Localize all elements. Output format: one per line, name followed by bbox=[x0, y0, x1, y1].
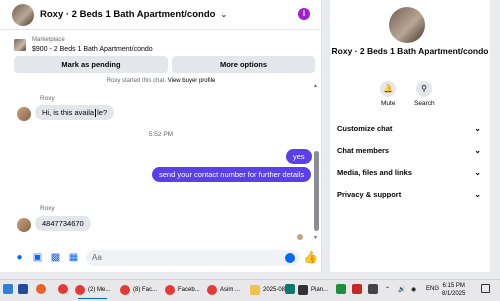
conversation-avatar[interactable] bbox=[389, 7, 425, 43]
microphone-icon[interactable]: ● bbox=[14, 252, 25, 263]
sender-avatar[interactable] bbox=[17, 107, 31, 121]
text-cursor-icon bbox=[95, 109, 97, 118]
scroll-down-icon[interactable]: ▼ bbox=[313, 235, 318, 241]
chrome-icon bbox=[120, 285, 130, 295]
taskbar-app-label: 2025-08 bbox=[263, 287, 286, 293]
chat-panel: Roxy · 2 Beds 1 Bath Apartment/condo ⌄ i… bbox=[0, 0, 322, 272]
chat-title[interactable]: Roxy · 2 Beds 1 Bath Apartment/condo bbox=[40, 9, 215, 20]
section-chat-members[interactable]: Chat members ⌄ bbox=[337, 143, 481, 157]
message-bubble-incoming[interactable]: 4847734670 bbox=[35, 216, 91, 231]
sender-name: Roxy bbox=[40, 205, 55, 212]
tray-app-icon[interactable] bbox=[352, 284, 362, 294]
mute-label: Mute bbox=[381, 100, 396, 107]
section-label: Customize chat bbox=[337, 123, 393, 133]
taskbar-app-label: Asim ... bbox=[220, 287, 241, 293]
taskbar-app-label: Pian... bbox=[311, 287, 329, 293]
chevron-down-icon: ⌄ bbox=[474, 145, 481, 155]
taskbar-app-folder[interactable]: 2025-08 bbox=[250, 283, 285, 297]
taskbar-app-messenger[interactable]: (2) Me... bbox=[75, 283, 111, 299]
section-label: Chat members bbox=[337, 145, 390, 155]
message-text-part: le? bbox=[97, 108, 108, 117]
chat-started-text: Roxy started this chat. bbox=[106, 78, 167, 84]
search-label: Search bbox=[414, 100, 435, 107]
chat-avatar[interactable] bbox=[12, 3, 34, 26]
app-icon[interactable] bbox=[285, 284, 295, 294]
mark-as-pending-button[interactable]: Mark as pending bbox=[14, 56, 168, 73]
more-options-button[interactable]: More options bbox=[172, 56, 315, 73]
language-indicator[interactable]: ENG bbox=[426, 286, 439, 292]
chevron-down-icon: ⌄ bbox=[474, 189, 481, 199]
gif-icon[interactable]: ▦ bbox=[68, 252, 79, 263]
chevron-up-icon[interactable]: ⌃ bbox=[385, 286, 390, 293]
info-icon[interactable]: i bbox=[298, 8, 310, 20]
chrome-icon[interactable] bbox=[58, 284, 68, 294]
scrollbar-thumb[interactable] bbox=[314, 151, 319, 231]
taskbar-app-facebook-1[interactable]: (8) Fac... bbox=[120, 283, 157, 297]
taskbar-app-asim[interactable]: Asim ... bbox=[207, 283, 240, 297]
system-clock[interactable]: 6:15 PM 8/1/2025 bbox=[442, 282, 465, 298]
taskbar-app-label: (8) Fac... bbox=[133, 287, 158, 293]
view-buyer-profile-link[interactable]: View buyer profile bbox=[168, 78, 216, 84]
chat-header[interactable]: Roxy · 2 Beds 1 Bath Apartment/condo ⌄ bbox=[0, 0, 322, 30]
section-customize-chat[interactable]: Customize chat ⌄ bbox=[337, 121, 481, 135]
section-privacy-support[interactable]: Privacy & support ⌄ bbox=[337, 187, 481, 201]
clock-date: 8/1/2025 bbox=[442, 291, 466, 297]
listing-source: Marketplace bbox=[32, 37, 65, 43]
message-bubble-outgoing[interactable]: yes bbox=[286, 149, 312, 164]
chevron-down-icon[interactable]: ⌄ bbox=[220, 10, 227, 19]
seen-receipt-avatar bbox=[297, 234, 303, 240]
firefox-icon[interactable] bbox=[36, 284, 46, 294]
chat-started-notice: Roxy started this chat. View buyer profi… bbox=[0, 78, 322, 84]
emoji-icon[interactable] bbox=[285, 253, 295, 263]
taskbar-app-label: (2) Me... bbox=[88, 287, 111, 293]
network-icon[interactable]: ◉ bbox=[411, 286, 416, 293]
chevron-down-icon: ⌄ bbox=[474, 167, 481, 177]
conversation-title: Roxy · 2 Beds 1 Bath Apartment/condo bbox=[331, 46, 489, 56]
sender-avatar[interactable] bbox=[17, 218, 31, 232]
search-button[interactable]: ⚲ bbox=[416, 81, 432, 97]
tray-app-icon[interactable] bbox=[368, 284, 378, 294]
thumbs-up-icon[interactable]: 👍 bbox=[303, 250, 318, 264]
listing-price: $900 - 2 Beds 1 Bath Apartment/condo bbox=[32, 46, 153, 53]
notification-icon[interactable] bbox=[481, 284, 490, 293]
piano-icon bbox=[298, 285, 308, 295]
message-timestamp: 5:52 PM bbox=[148, 131, 174, 138]
clock-time: 6:15 PM bbox=[442, 283, 465, 289]
volume-icon[interactable]: 🔊 bbox=[398, 286, 405, 293]
message-bubble-incoming[interactable]: Hi, is this availa le? bbox=[35, 105, 115, 120]
scroll-up-icon[interactable]: ▲ bbox=[313, 83, 318, 89]
photo-icon[interactable]: ▣ bbox=[32, 252, 43, 263]
chrome-icon bbox=[75, 285, 85, 295]
active-indicator bbox=[78, 298, 108, 299]
section-label: Privacy & support bbox=[337, 189, 402, 199]
message-input[interactable]: Aa bbox=[86, 250, 300, 266]
sender-name: Roxy bbox=[40, 95, 55, 102]
chrome-icon bbox=[207, 285, 217, 295]
taskbar-app-label: Faceb... bbox=[178, 287, 200, 293]
folder-icon bbox=[250, 285, 260, 295]
message-text-part: Hi, is this availa bbox=[42, 108, 95, 117]
section-media-files-links[interactable]: Media, files and links ⌄ bbox=[337, 165, 481, 179]
sticker-icon[interactable]: ▩ bbox=[50, 252, 61, 263]
message-bubble-outgoing[interactable]: send your contact number for further det… bbox=[152, 167, 312, 182]
section-label: Media, files and links bbox=[337, 167, 413, 177]
chrome-icon bbox=[165, 285, 175, 295]
conversation-details-panel: Roxy · 2 Beds 1 Bath Apartment/condo 🔔 M… bbox=[330, 0, 490, 272]
mute-button[interactable]: 🔔 bbox=[380, 81, 396, 97]
listing-thumbnail bbox=[14, 39, 26, 51]
chevron-down-icon: ⌄ bbox=[474, 123, 481, 133]
widgets-icon[interactable] bbox=[18, 284, 28, 294]
weather-icon[interactable] bbox=[3, 284, 13, 294]
taskbar-app-piano[interactable]: Pian... bbox=[298, 283, 328, 297]
tray-app-icon[interactable] bbox=[336, 284, 346, 294]
listing-summary[interactable]: Marketplace $900 - 2 Beds 1 Bath Apartme… bbox=[14, 35, 153, 55]
taskbar-app-facebook-2[interactable]: Faceb... bbox=[165, 283, 200, 297]
